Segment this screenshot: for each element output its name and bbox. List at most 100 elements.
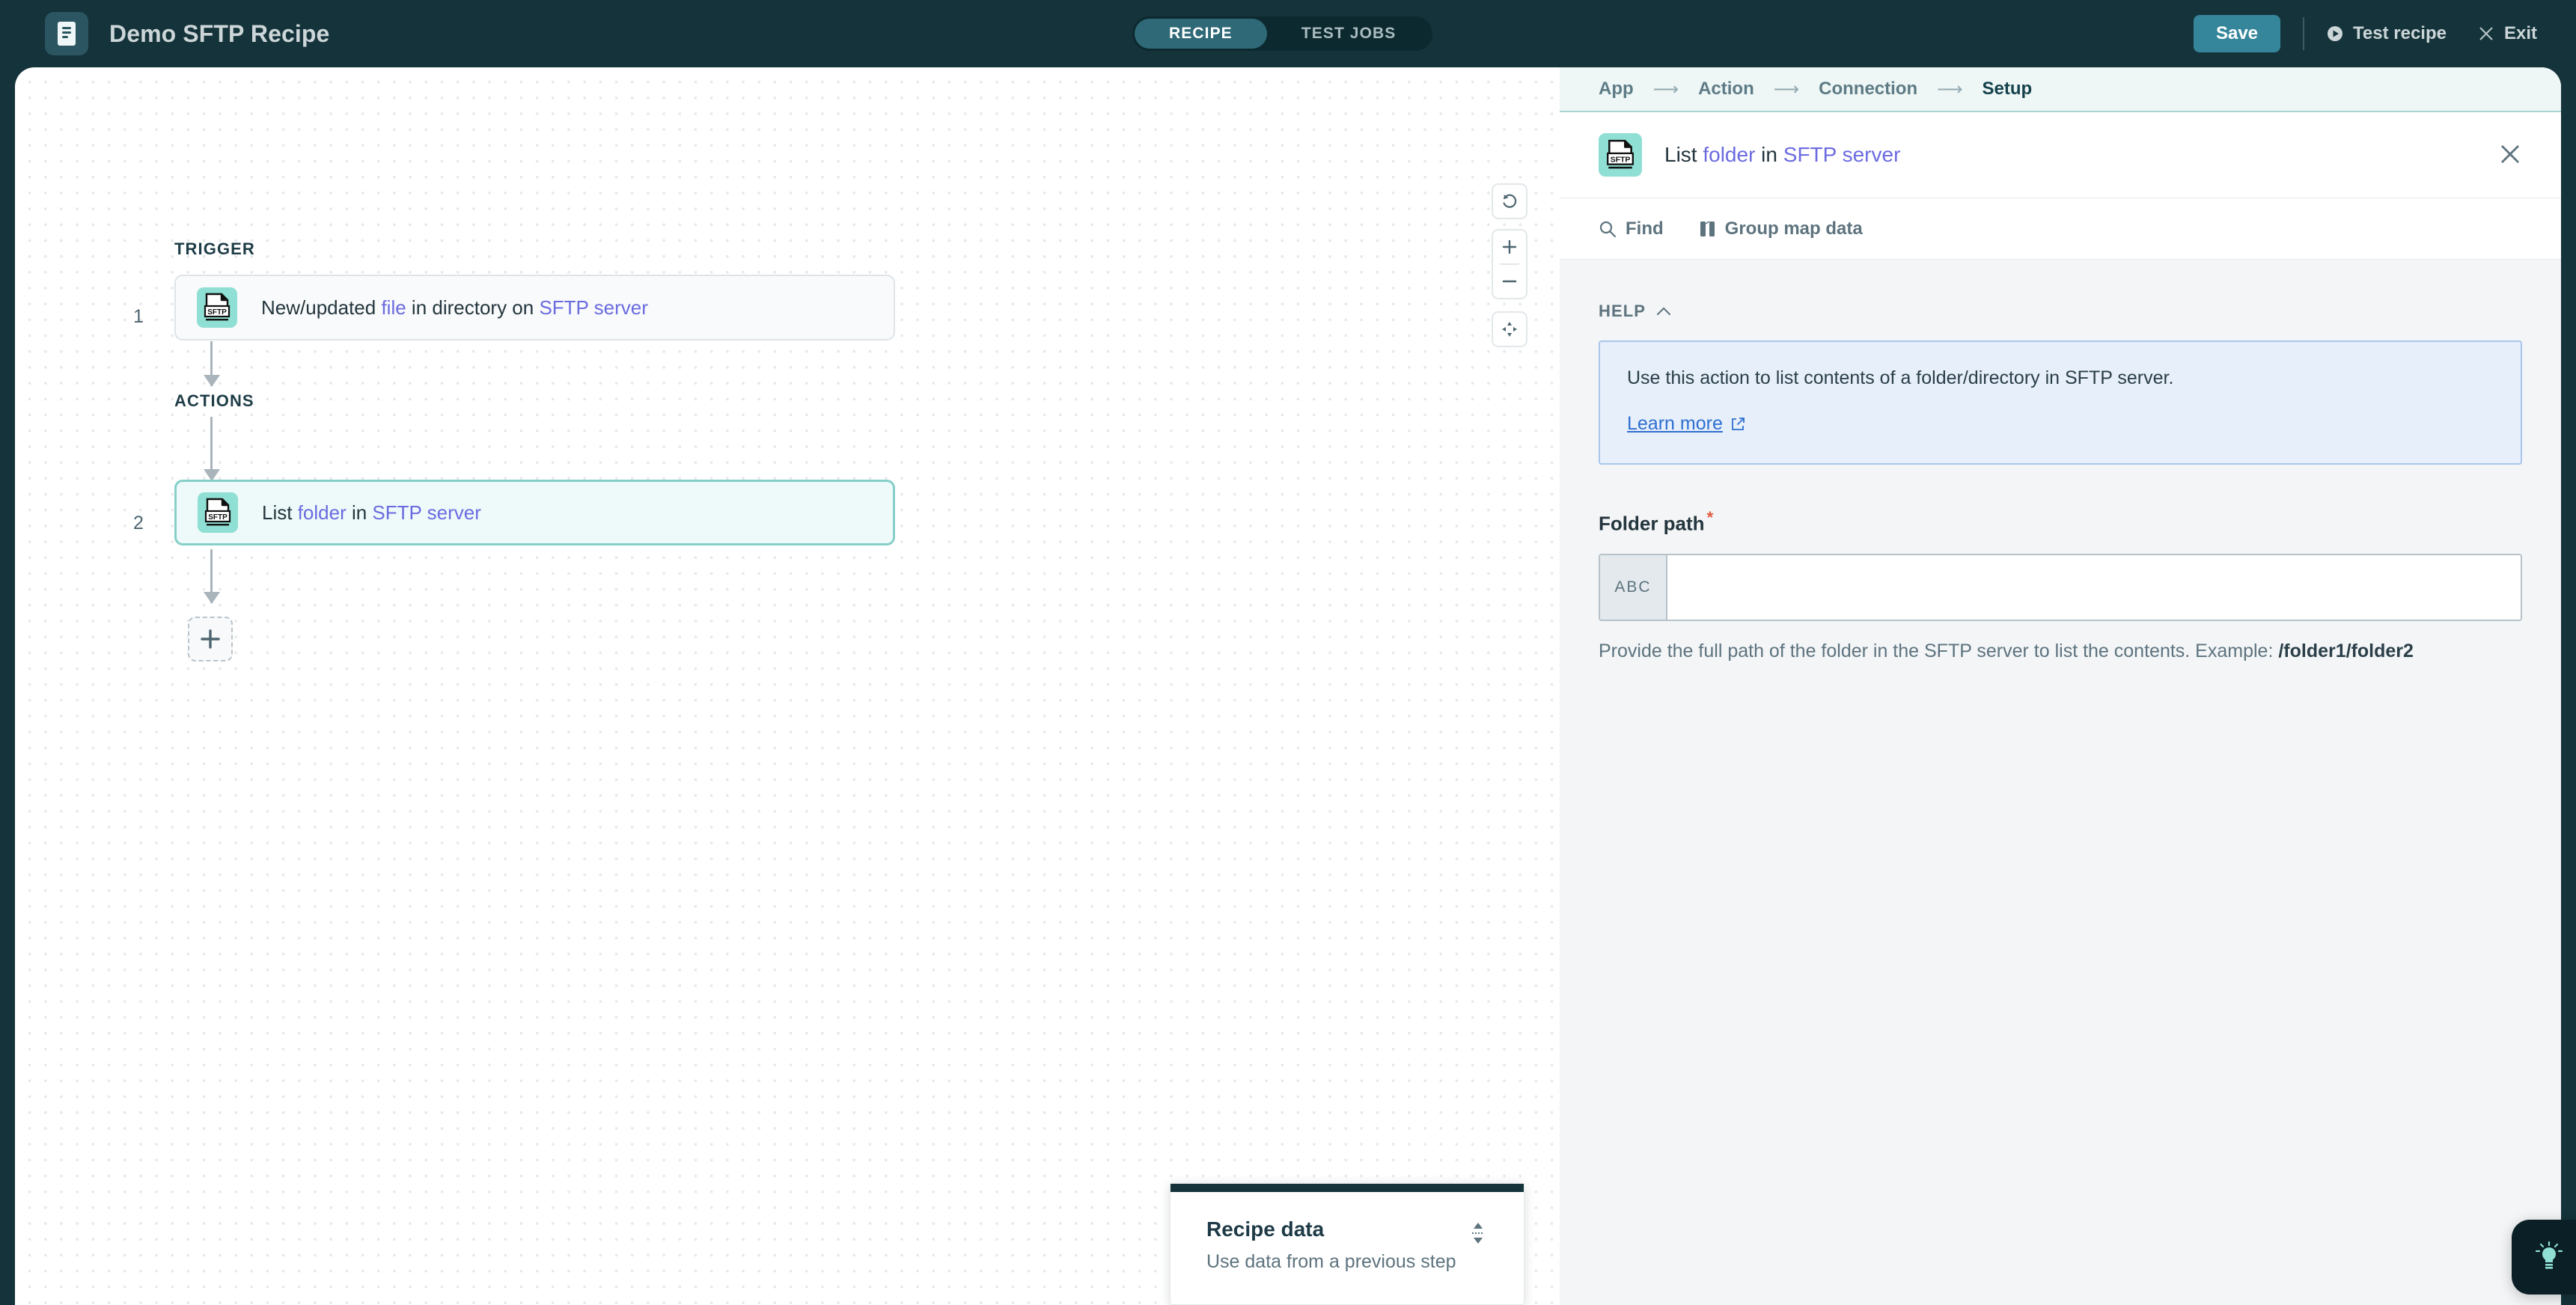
step-number-2: 2 bbox=[133, 513, 144, 534]
panel-body: HELP Use this action to list contents of… bbox=[1560, 260, 2561, 662]
reset-undo-button[interactable] bbox=[1493, 185, 1526, 218]
chevron-up-icon bbox=[1657, 307, 1671, 315]
breadcrumb-item-app[interactable]: App bbox=[1599, 79, 1634, 100]
sftp-file-glyph: SFTP bbox=[204, 293, 231, 321]
tab-recipe[interactable]: RECIPE bbox=[1135, 19, 1267, 49]
drag-resize-vertical-icon[interactable] bbox=[1468, 1221, 1488, 1249]
group-columns-icon bbox=[1700, 220, 1715, 236]
trigger-section-label: TRIGGER bbox=[174, 239, 255, 258]
breadcrumb-item-connection[interactable]: Connection bbox=[1819, 79, 1917, 100]
folder-path-input[interactable] bbox=[1667, 554, 2521, 620]
trigger-text-link-sftp-server[interactable]: SFTP server bbox=[539, 296, 647, 319]
action-step-text: List folder in SFTP server bbox=[262, 501, 481, 525]
view-tabs: RECIPE TEST JOBS bbox=[1132, 16, 1433, 51]
panel-title-part-2: in bbox=[1755, 143, 1783, 166]
canvas-zoom-control bbox=[1492, 229, 1527, 299]
folder-path-field[interactable]: ABC bbox=[1599, 553, 2522, 621]
recipe-document-icon[interactable] bbox=[45, 12, 88, 55]
plus-icon bbox=[201, 629, 220, 649]
panel-title-part-0: List bbox=[1664, 143, 1703, 166]
panel-header: SFTP List folder in SFTP server bbox=[1560, 112, 2561, 198]
search-icon bbox=[1599, 221, 1617, 237]
ideas-assistant-button[interactable] bbox=[2512, 1220, 2576, 1295]
breadcrumb-item-setup[interactable]: Setup bbox=[1983, 79, 2033, 100]
breadcrumb: App ⟶ Action ⟶ Connection ⟶ Setup bbox=[1560, 67, 2561, 112]
find-button[interactable]: Find bbox=[1599, 218, 1664, 239]
action-text-link-folder[interactable]: folder bbox=[298, 501, 347, 524]
connector-arrow-3 bbox=[204, 549, 220, 604]
action-text-part-0: List bbox=[262, 501, 298, 524]
lightbulb-idea-icon bbox=[2535, 1241, 2563, 1269]
divider bbox=[2303, 17, 2305, 50]
folder-path-hint-example: /folder1/folder2 bbox=[2278, 640, 2414, 661]
panel-title-link-folder[interactable]: folder bbox=[1703, 143, 1755, 166]
folder-path-hint-text: Provide the full path of the folder in t… bbox=[1599, 640, 2279, 661]
play-circle-icon bbox=[2328, 26, 2343, 41]
exit-button[interactable]: Exit bbox=[2478, 23, 2537, 44]
panel-toolbar: Find Group map data bbox=[1560, 198, 2561, 260]
test-recipe-label: Test recipe bbox=[2353, 23, 2447, 43]
group-map-data-button[interactable]: Group map data bbox=[1700, 218, 1863, 239]
tab-test-jobs[interactable]: TEST JOBS bbox=[1267, 19, 1431, 49]
action-config-panel: App ⟶ Action ⟶ Connection ⟶ Setup SFTP L… bbox=[1560, 67, 2561, 1305]
recipe-canvas[interactable]: TRIGGER 1 SFTP New/updated file in direc… bbox=[15, 67, 1560, 1305]
sftp-file-glyph: SFTP bbox=[204, 498, 231, 526]
trigger-text-part-0: New/updated bbox=[261, 296, 382, 319]
learn-more-link[interactable]: Learn more bbox=[1627, 413, 1745, 435]
breadcrumb-arrow-icon: ⟶ bbox=[1937, 79, 1963, 100]
close-panel-button[interactable] bbox=[2498, 142, 2522, 170]
zoom-in-button[interactable] bbox=[1493, 230, 1526, 263]
help-section-label: HELP bbox=[1599, 302, 1646, 320]
close-x-icon bbox=[2501, 145, 2519, 163]
top-navigation-bar: Demo SFTP Recipe RECIPE TEST JOBS Save T… bbox=[0, 0, 2576, 67]
sftp-file-glyph: SFTP bbox=[1607, 139, 1634, 169]
action-step-block[interactable]: SFTP List folder in SFTP server bbox=[174, 480, 895, 545]
connector-arrow-1 bbox=[204, 341, 220, 387]
svg-text:SFTP: SFTP bbox=[207, 308, 227, 317]
folder-path-hint: Provide the full path of the folder in t… bbox=[1599, 641, 2522, 662]
canvas-reset-control bbox=[1492, 183, 1527, 219]
zoom-out-button[interactable] bbox=[1493, 265, 1526, 298]
learn-more-label: Learn more bbox=[1627, 413, 1723, 434]
recipe-data-header-bar bbox=[1171, 1184, 1524, 1192]
help-section-toggle[interactable]: HELP bbox=[1599, 302, 2522, 321]
panel-header-title: List folder in SFTP server bbox=[1664, 143, 1900, 167]
required-marker: * bbox=[1706, 508, 1714, 527]
folder-path-label-text: Folder path bbox=[1599, 512, 1705, 535]
datatype-badge-abc: ABC bbox=[1600, 554, 1667, 620]
svg-text:SFTP: SFTP bbox=[1611, 155, 1631, 164]
trigger-step-text: New/updated file in directory on SFTP se… bbox=[261, 296, 648, 320]
page-title: Demo SFTP Recipe bbox=[109, 19, 330, 47]
find-label: Find bbox=[1626, 218, 1664, 239]
breadcrumb-arrow-icon: ⟶ bbox=[1773, 79, 1800, 100]
breadcrumb-item-action[interactable]: Action bbox=[1698, 79, 1754, 100]
add-step-button[interactable] bbox=[188, 617, 233, 661]
group-map-data-label: Group map data bbox=[1724, 218, 1863, 239]
breadcrumb-arrow-icon: ⟶ bbox=[1652, 79, 1679, 100]
test-recipe-button[interactable]: Test recipe bbox=[2327, 23, 2447, 44]
recipe-document-glyph bbox=[58, 22, 76, 46]
svg-text:SFTP: SFTP bbox=[208, 513, 228, 522]
trigger-step-block[interactable]: SFTP New/updated file in directory on SF… bbox=[174, 275, 895, 340]
close-x-icon bbox=[2479, 27, 2493, 40]
reset-undo-icon bbox=[1503, 194, 1517, 208]
canvas-pan-control bbox=[1492, 311, 1527, 347]
recipe-data-panel[interactable]: Recipe data Use data from a previous ste… bbox=[1170, 1183, 1524, 1305]
sftp-file-icon: SFTP bbox=[1599, 133, 1642, 177]
zoom-out-minus-icon bbox=[1502, 280, 1517, 283]
actions-section-label: ACTIONS bbox=[174, 391, 254, 410]
connector-arrow-2 bbox=[204, 417, 220, 481]
action-text-link-sftp-server[interactable]: SFTP server bbox=[372, 501, 480, 524]
help-info-box: Use this action to list contents of a fo… bbox=[1599, 340, 2522, 465]
help-text: Use this action to list contents of a fo… bbox=[1627, 367, 2174, 388]
zoom-in-plus-icon bbox=[1502, 239, 1517, 254]
step-number-1: 1 bbox=[133, 306, 144, 327]
exit-label: Exit bbox=[2503, 23, 2537, 43]
save-button[interactable]: Save bbox=[2193, 15, 2281, 52]
panel-title-link-sftp-server[interactable]: SFTP server bbox=[1783, 143, 1901, 166]
recipe-data-subtitle: Use data from a previous step bbox=[1206, 1251, 1456, 1272]
pan-move-button[interactable] bbox=[1493, 313, 1526, 346]
trigger-text-link-file[interactable]: file bbox=[381, 296, 406, 319]
sftp-file-icon: SFTP bbox=[197, 287, 237, 328]
top-bar-actions: Save Test recipe Exit bbox=[2193, 0, 2537, 67]
